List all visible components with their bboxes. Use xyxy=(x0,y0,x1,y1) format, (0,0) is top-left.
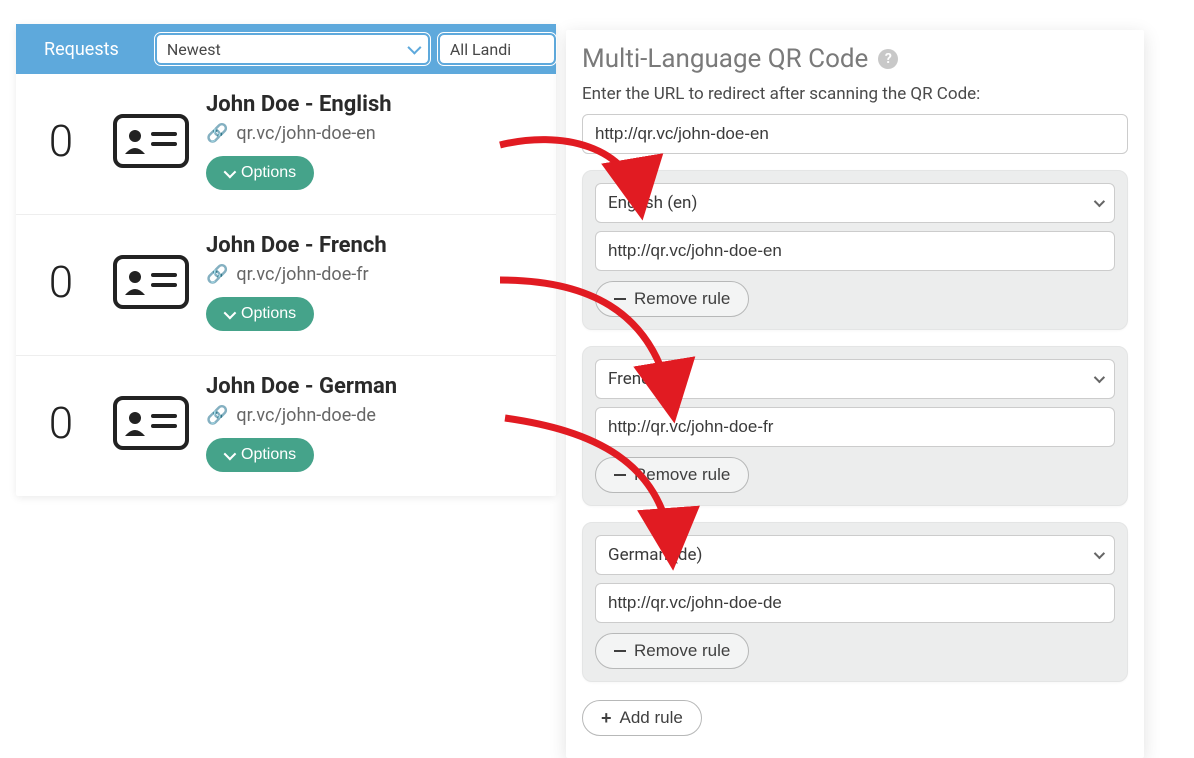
item-url: qr.vc/john-doe-de xyxy=(236,405,375,426)
request-count: 0 xyxy=(26,115,96,167)
options-label: Options xyxy=(241,305,296,323)
remove-rule-label: Remove rule xyxy=(634,641,730,661)
minus-icon xyxy=(614,298,626,300)
rule-url-input[interactable] xyxy=(595,407,1115,447)
minus-icon xyxy=(614,474,626,476)
plus-icon: + xyxy=(601,709,612,727)
request-count: 0 xyxy=(26,256,96,308)
list-item: 0 John Doe - German 🔗 qr.vc/john-doe-de xyxy=(16,355,556,496)
requests-label: Requests xyxy=(16,24,147,74)
chevron-down-icon xyxy=(1094,548,1105,559)
item-url: qr.vc/john-doe-fr xyxy=(236,264,368,285)
panel-subtitle: Enter the URL to redirect after scanning… xyxy=(582,84,1128,104)
options-button[interactable]: Options xyxy=(206,156,314,190)
remove-rule-label: Remove rule xyxy=(634,289,730,309)
items-list: 0 John Doe - English 🔗 qr.vc/john-doe-en xyxy=(16,74,556,496)
options-button[interactable]: Options xyxy=(206,438,314,472)
language-select[interactable]: German (de) xyxy=(595,535,1115,575)
chevron-down-icon xyxy=(407,41,421,55)
vcard-icon xyxy=(96,396,206,450)
options-button[interactable]: Options xyxy=(206,297,314,331)
multi-language-panel: Multi-Language QR Code ? Enter the URL t… xyxy=(566,30,1144,758)
rule-url-input[interactable] xyxy=(595,231,1115,271)
language-select-value: French (fr) xyxy=(608,369,687,389)
language-select-value: English (en) xyxy=(608,193,697,213)
options-label: Options xyxy=(241,446,296,464)
language-select[interactable]: English (en) xyxy=(595,183,1115,223)
chevron-down-icon xyxy=(1094,196,1105,207)
item-title: John Doe - German xyxy=(206,374,546,399)
filter-select-value: All Landi xyxy=(450,40,511,59)
rule-card: English (en) Remove rule xyxy=(582,170,1128,330)
language-select[interactable]: French (fr) xyxy=(595,359,1115,399)
link-icon: 🔗 xyxy=(206,123,228,144)
help-icon[interactable]: ? xyxy=(878,49,898,69)
rule-card: French (fr) Remove rule xyxy=(582,346,1128,506)
chevron-down-icon xyxy=(1094,372,1105,383)
request-count: 0 xyxy=(26,397,96,449)
remove-rule-button[interactable]: Remove rule xyxy=(595,457,749,493)
add-rule-button[interactable]: + Add rule xyxy=(582,700,702,736)
default-url-input[interactable] xyxy=(582,114,1128,154)
top-bar: Requests Newest All Landi xyxy=(16,24,556,74)
panel-title-row: Multi-Language QR Code ? xyxy=(582,44,1128,74)
item-title: John Doe - French xyxy=(206,233,546,258)
sort-select-value: Newest xyxy=(167,40,221,59)
rule-url-input[interactable] xyxy=(595,583,1115,623)
rule-card: German (de) Remove rule xyxy=(582,522,1128,682)
item-url: qr.vc/john-doe-en xyxy=(236,123,375,144)
filter-select[interactable]: All Landi xyxy=(438,33,556,65)
minus-icon xyxy=(614,650,626,652)
landing-pages-panel: Requests Newest All Landi 0 John Doe - E xyxy=(16,24,556,496)
chevron-down-icon xyxy=(224,447,237,460)
add-rule-label: Add rule xyxy=(620,708,683,728)
chevron-down-icon xyxy=(224,306,237,319)
panel-title: Multi-Language QR Code xyxy=(582,44,868,74)
list-item: 0 John Doe - English 🔗 qr.vc/john-doe-en xyxy=(16,74,556,214)
language-select-value: German (de) xyxy=(608,545,702,565)
remove-rule-button[interactable]: Remove rule xyxy=(595,633,749,669)
vcard-icon xyxy=(96,255,206,309)
link-icon: 🔗 xyxy=(206,405,228,426)
list-item: 0 John Doe - French 🔗 qr.vc/john-doe-fr xyxy=(16,214,556,355)
item-title: John Doe - English xyxy=(206,92,546,117)
options-label: Options xyxy=(241,164,296,182)
remove-rule-button[interactable]: Remove rule xyxy=(595,281,749,317)
link-icon: 🔗 xyxy=(206,264,228,285)
sort-select[interactable]: Newest xyxy=(155,33,430,65)
remove-rule-label: Remove rule xyxy=(634,465,730,485)
chevron-down-icon xyxy=(224,165,237,178)
vcard-icon xyxy=(96,114,206,168)
